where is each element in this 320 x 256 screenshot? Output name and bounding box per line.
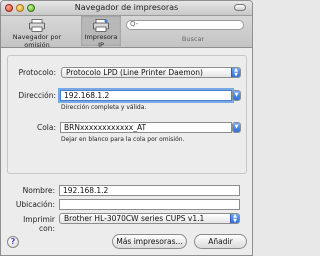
toolbar-ip-printer[interactable]: Impresora IP bbox=[81, 16, 121, 49]
help-button[interactable]: ? bbox=[7, 236, 19, 248]
location-field[interactable] bbox=[59, 199, 240, 210]
toolbar-ip-printer-label: Impresora IP bbox=[84, 33, 118, 49]
address-field[interactable]: 192.168.1.2 bbox=[60, 90, 232, 101]
queue-history-menu[interactable]: ▼ bbox=[232, 122, 241, 133]
address-history-menu[interactable]: ▼ bbox=[232, 90, 241, 101]
name-label: Nombre: bbox=[22, 186, 55, 195]
protocol-label: Protocolo: bbox=[18, 68, 56, 77]
search-icon: Q- bbox=[130, 20, 139, 28]
network-printer-icon bbox=[93, 19, 109, 32]
select-arrows-icon: ▲ ▼ bbox=[231, 68, 240, 77]
queue-hint: Dejar en blanco para la cola por omisión… bbox=[61, 136, 185, 143]
chevron-down-icon: ▼ bbox=[233, 91, 240, 100]
queue-label: Cola: bbox=[36, 123, 56, 132]
address-hint: Dirección completa y válida. bbox=[61, 104, 147, 111]
protocol-value: Protocolo LPD (Line Printer Daemon) bbox=[66, 68, 203, 77]
print-using-select[interactable]: Brother HL-3070CW series CUPS v1.1 ▲ ▼ bbox=[59, 213, 240, 224]
chevron-down-icon: ▼ bbox=[233, 123, 240, 132]
name-field[interactable]: 192.168.1.2 bbox=[59, 185, 240, 196]
queue-field[interactable]: BRNxxxxxxxxxxxx_AT bbox=[60, 122, 232, 133]
window-title: Navegador de impresoras bbox=[74, 3, 179, 12]
search-label: Buscar bbox=[181, 35, 205, 43]
toolbar: Navegador por omisión Impresora IP Q- Bu… bbox=[1, 16, 252, 49]
protocol-select[interactable]: Protocolo LPD (Line Printer Daemon) ▲ ▼ bbox=[61, 67, 241, 78]
title-bar: Navegador de impresoras bbox=[1, 1, 252, 16]
more-printers-button[interactable]: Más impresoras... bbox=[112, 234, 187, 249]
toolbar-default-browser-label: Navegador por omisión bbox=[12, 33, 62, 49]
search-input[interactable]: Q- bbox=[126, 20, 244, 30]
toolbar-default-browser[interactable]: Navegador por omisión bbox=[2, 16, 72, 49]
connection-panel: Protocolo: Protocolo LPD (Line Printer D… bbox=[7, 55, 247, 174]
printer-browser-window: Navegador de impresoras Navegador por om… bbox=[0, 0, 253, 256]
print-using-value: Brother HL-3070CW series CUPS v1.1 bbox=[64, 214, 205, 223]
select-arrows-icon: ▲ ▼ bbox=[230, 214, 239, 223]
address-label: Dirección: bbox=[18, 91, 56, 100]
add-button[interactable]: Añadir bbox=[194, 234, 247, 249]
printer-details-panel: Nombre: 192.168.1.2 Ubicación: Imprimir … bbox=[7, 185, 247, 241]
print-using-label: Imprimir con: bbox=[23, 215, 55, 233]
location-label: Ubicación: bbox=[15, 200, 55, 209]
toolbar-toggle-button[interactable] bbox=[234, 4, 246, 11]
printer-icon bbox=[29, 19, 45, 32]
